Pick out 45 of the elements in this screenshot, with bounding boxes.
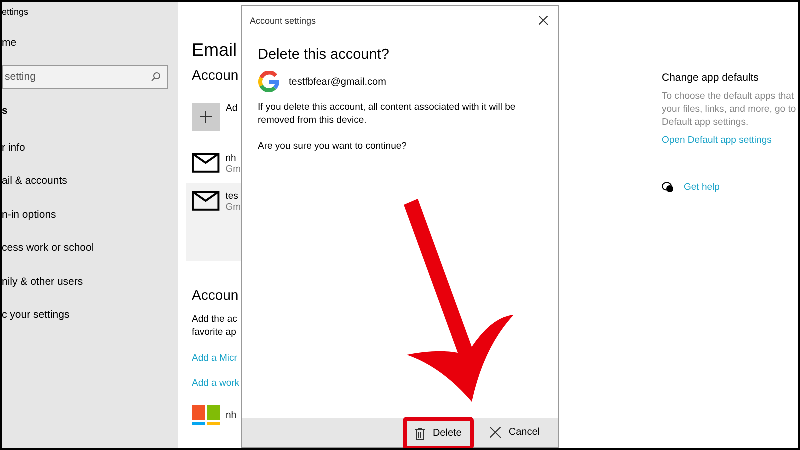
account-item[interactable]: tes Gm [186, 183, 241, 261]
description-text: your files, links, and more, go to [662, 103, 796, 116]
description-text: To choose the default apps that [662, 90, 796, 103]
cancel-button[interactable]: Cancel [478, 416, 552, 448]
add-account-label: Ad [226, 103, 238, 114]
search-icon [151, 72, 161, 82]
delete-button[interactable]: Delete [402, 417, 474, 448]
confirm-question: Are you sure you want to continue? [258, 141, 408, 152]
description-text: Default app settings. [662, 116, 750, 129]
account-email: testfbfear@gmail.com [289, 76, 386, 88]
trash-icon [414, 428, 425, 440]
tiles-logo-icon [192, 405, 220, 425]
close-icon [490, 427, 501, 438]
sidebar-item[interactable]: cess work or school [2, 232, 178, 265]
warning-text: If you delete this account, all content associated with it will be removed from this device. [258, 101, 517, 127]
account-provider: Gm [226, 202, 241, 213]
account-name: nh [226, 153, 238, 164]
account-name: tes [226, 191, 240, 202]
g-logo-icon [258, 71, 280, 93]
description-text: favorite ap [192, 326, 238, 339]
page-title: Email [192, 40, 238, 61]
search-field[interactable]: setting [2, 65, 168, 89]
envelope-icon [192, 191, 220, 211]
section-label: s [2, 104, 9, 119]
home-item[interactable]: me [2, 29, 178, 65]
window-title: ettings [2, 6, 30, 19]
sidebar-item[interactable]: c your settings [2, 298, 178, 332]
dialog-heading: Delete this account? [258, 47, 390, 63]
description-text: Add the ac [192, 313, 238, 326]
sidebar-item[interactable]: nily & other users [2, 265, 178, 298]
related-heading: Change app defaults [662, 72, 760, 84]
section-heading: Accoun [192, 287, 240, 303]
add-account-button[interactable] [192, 103, 220, 131]
sidebar-item[interactable]: ail & accounts [2, 164, 178, 198]
envelope-icon [192, 153, 220, 173]
dialog-title: Account settings [250, 16, 316, 26]
account-item[interactable]: nh Gm [186, 145, 241, 183]
plus-icon [200, 111, 212, 123]
account-provider: Gm [226, 164, 241, 175]
section-heading: Accoun [192, 67, 240, 83]
close-icon [539, 16, 548, 25]
account-name: nh [226, 410, 237, 420]
help-icon [662, 182, 674, 193]
sidebar-item[interactable]: n-in options [2, 198, 178, 232]
sidebar-item[interactable]: r info [2, 131, 178, 164]
